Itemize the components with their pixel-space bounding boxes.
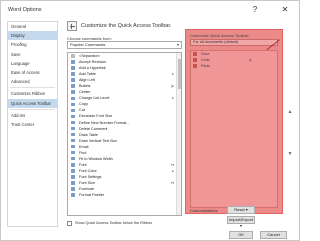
command-icon [71,120,75,125]
undo-icon [193,58,197,62]
section-title: Customize the Quick Access Toolbar. [81,23,172,29]
command-icon [71,84,75,88]
customize-toolbar-dropdown[interactable]: For all documents (default) [190,39,278,46]
commands-scrollbar[interactable] [176,53,181,215]
close-button[interactable]: ✕ [279,4,291,16]
sidebar-item-proofing[interactable]: Proofing [8,40,57,49]
help-button[interactable]: ? [249,4,261,16]
command-icon [71,175,75,179]
command-icon [71,163,75,167]
command-icon [71,78,75,82]
show-below-ribbon-label: Show Quick Access Toolbar below the Ribb… [75,221,153,225]
command-icon [71,108,75,113]
word-options-dialog: Word Options ? ✕ General Display Proofin… [0,0,300,241]
ok-button[interactable]: OK [229,231,253,239]
command-icon [71,54,75,58]
command-icon [71,66,75,70]
command-icon [71,102,75,107]
toolbar-commands-list[interactable]: Save Undo |▸ Redo [190,50,278,208]
highlight-overlay: Customize Quick Access Toolbar: For all … [185,29,283,214]
command-icon [71,150,75,155]
window-title: Word Options [8,7,42,13]
redo-icon [193,64,197,68]
choose-commands-value: Popular Commands [70,42,106,47]
commands-list[interactable]: <Separator> Accept Revision Add a Hyperl… [67,52,182,216]
choose-commands-dropdown[interactable]: Popular Commands ▾ [67,41,182,49]
cancel-button[interactable]: Cancel [260,231,287,239]
title-bar: Word Options ? ✕ [1,1,299,19]
quick-access-toolbar-icon [67,21,77,31]
scrollbar-thumb[interactable] [178,59,181,89]
reset-button[interactable]: Reset ▾ [227,206,255,214]
list-item[interactable]: Format Painter [68,192,181,198]
command-icon [71,72,75,76]
options-sidebar: General Display Proofing Save Language E… [7,21,58,227]
command-icon [71,187,75,191]
command-icon [71,144,75,149]
sidebar-item-add-ins[interactable]: Add-ins [8,111,57,120]
import-export-button[interactable]: Import/Export ▾ [227,216,255,228]
command-icon [71,138,75,143]
command-icon [71,114,75,119]
customize-toolbar-label: Customize Quick Access Toolbar: [190,33,250,38]
move-down-icon[interactable]: ▼ [287,151,293,157]
command-icon [71,181,75,185]
sidebar-divider [10,108,55,110]
customize-toolbar-value: For all documents (default) [193,40,239,44]
customizations-label: Customizations: [190,208,219,213]
sidebar-item-save[interactable]: Save [8,50,57,59]
sidebar-item-quick-access-toolbar[interactable]: Quick Access Toolbar [8,98,57,108]
move-up-icon[interactable]: ▲ [287,109,293,115]
sidebar-item-display[interactable]: Display [8,31,57,41]
show-below-ribbon-checkbox[interactable] [67,221,72,226]
command-icon [71,132,75,137]
command-icon [71,90,75,94]
sidebar-item-general[interactable]: General [8,22,57,31]
sidebar-item-advanced[interactable]: Advanced [8,77,57,86]
sidebar-divider [10,87,55,89]
sidebar-item-ease-of-access[interactable]: Ease of Access [8,68,57,77]
command-icon [71,96,75,101]
save-icon [193,52,197,56]
sidebar-item-customize-ribbon[interactable]: Customize Ribbon [8,89,57,98]
command-icon [71,156,75,161]
sidebar-item-trust-center[interactable]: Trust Center [8,120,57,129]
command-icon [71,169,75,173]
list-item[interactable]: Redo [191,63,277,69]
command-icon [71,193,75,197]
chevron-down-icon: ▾ [176,42,179,47]
sidebar-item-language[interactable]: Language [8,59,57,68]
command-icon [71,126,75,131]
command-icon [71,60,75,64]
